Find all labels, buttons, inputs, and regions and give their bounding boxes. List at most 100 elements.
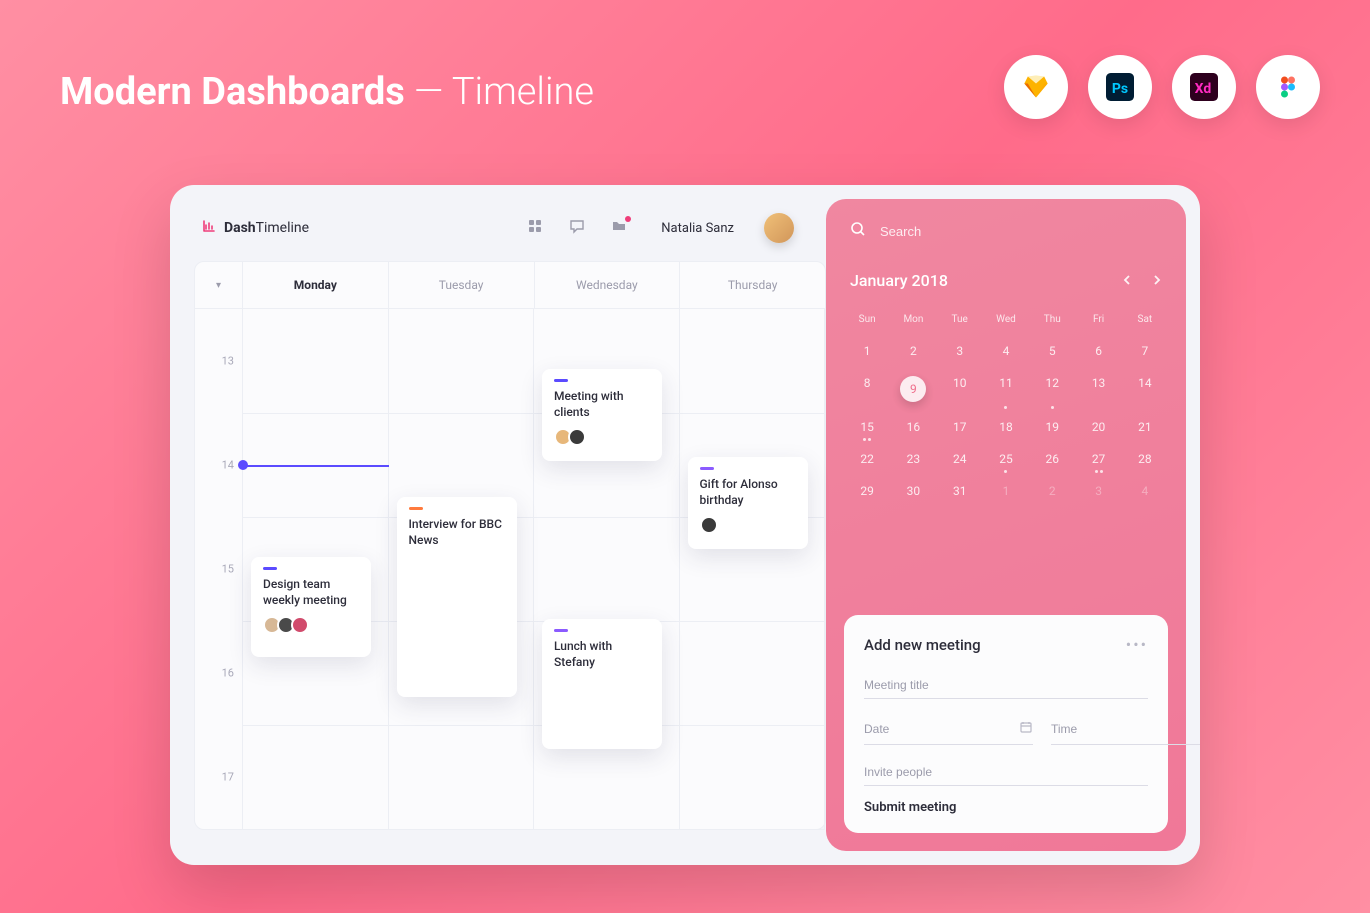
calendar-day[interactable]: 3 (1075, 477, 1121, 505)
calendar-day[interactable]: 12 (1029, 369, 1075, 409)
calendar-day[interactable]: 7 (1122, 337, 1168, 365)
calendar-day[interactable]: 9 (890, 369, 936, 409)
event-title: Gift for Alonso birthday (700, 476, 796, 508)
calendar-day[interactable]: 8 (844, 369, 890, 409)
topbar: DashTimeline Natalia Sanz (170, 213, 826, 261)
calendar-day[interactable]: 1 (983, 477, 1029, 505)
timeline-day-header[interactable]: Tuesday (389, 262, 535, 308)
calendar-title: January 2018 (850, 271, 948, 290)
calendar-day[interactable]: 14 (1122, 369, 1168, 409)
timeline-grid: ▾ MondayTuesdayWednesdayThursday 1314151… (194, 261, 826, 830)
calendar-day[interactable]: 4 (983, 337, 1029, 365)
calendar-dow: Sat (1122, 306, 1168, 333)
event-card[interactable]: Lunch with Stefany (542, 619, 662, 749)
calendar-day[interactable]: 24 (937, 445, 983, 473)
event-title: Lunch with Stefany (554, 638, 650, 670)
participant-avatar (700, 516, 718, 534)
event-title: Meeting with clients (554, 388, 650, 420)
calendar-day[interactable]: 4 (1122, 477, 1168, 505)
event-card[interactable]: Meeting with clients (542, 369, 662, 461)
event-card[interactable]: Interview for BBC News (397, 497, 517, 697)
calendar-day[interactable]: 26 (1029, 445, 1075, 473)
calendar-dow: Thu (1029, 306, 1075, 333)
folder-icon[interactable] (611, 218, 627, 238)
calendar-day[interactable]: 19 (1029, 413, 1075, 441)
calendar-day[interactable]: 31 (937, 477, 983, 505)
date-input[interactable] (864, 722, 1019, 736)
current-time-line (243, 465, 389, 467)
calendar-day[interactable]: 13 (1075, 369, 1121, 409)
calendar-day[interactable]: 22 (844, 445, 890, 473)
calendar-day[interactable]: 6 (1075, 337, 1121, 365)
main-panel: DashTimeline Natalia Sanz ▾ MondayTuesda… (170, 185, 826, 865)
chat-icon[interactable] (569, 218, 585, 238)
hour-label: 15 (195, 563, 234, 576)
timeline-day-header[interactable]: Monday (243, 262, 389, 308)
calendar-day[interactable]: 30 (890, 477, 936, 505)
event-color-tag (263, 567, 277, 570)
figma-icon (1256, 55, 1320, 119)
calendar-icon (1019, 719, 1033, 738)
event-avatars (700, 516, 796, 534)
more-icon[interactable]: ••• (1126, 635, 1148, 654)
calendar-day[interactable]: 2 (1029, 477, 1075, 505)
form-title: Add new meeting (864, 636, 981, 654)
search-input[interactable] (880, 224, 1162, 239)
avatar[interactable] (764, 213, 794, 243)
prev-month-button[interactable] (1122, 271, 1132, 290)
calendar-day[interactable]: 28 (1122, 445, 1168, 473)
filter-icon[interactable]: ▾ (195, 262, 243, 308)
hour-label: 13 (195, 355, 234, 368)
next-month-button[interactable] (1152, 271, 1162, 290)
calendar-day[interactable]: 2 (890, 337, 936, 365)
event-card[interactable]: Design team weekly meeting (251, 557, 371, 657)
calendar-day[interactable]: 5 (1029, 337, 1075, 365)
calendar-day[interactable]: 25 (983, 445, 1029, 473)
notification-dot (625, 216, 631, 222)
event-color-tag (409, 507, 423, 510)
calendar-day[interactable]: 1 (844, 337, 890, 365)
calendar-day[interactable]: 23 (890, 445, 936, 473)
tool-app-icons: Ps Xd (1004, 55, 1320, 119)
calendar-grid: SunMonTueWedThuFriSat1234567891011121314… (844, 300, 1168, 519)
calendar-dow: Fri (1075, 306, 1121, 333)
sidebar: January 2018 SunMonTueWedThuFriSat123456… (826, 199, 1186, 851)
chart-icon (202, 219, 216, 237)
apps-icon[interactable] (527, 218, 543, 238)
timeline-day-header[interactable]: Thursday (680, 262, 825, 308)
app-logo[interactable]: DashTimeline (202, 219, 309, 237)
add-meeting-form: Add new meeting ••• Submit meeting (844, 615, 1168, 833)
submit-meeting-button[interactable]: Submit meeting (864, 800, 1148, 815)
calendar-dow: Sun (844, 306, 890, 333)
hour-label: 16 (195, 667, 234, 680)
event-color-tag (554, 379, 568, 382)
event-avatars (554, 428, 650, 446)
calendar-day[interactable]: 18 (983, 413, 1029, 441)
svg-text:Xd: Xd (1195, 81, 1212, 97)
calendar-dow: Wed (983, 306, 1029, 333)
participant-avatar (568, 428, 586, 446)
calendar-day[interactable]: 27 (1075, 445, 1121, 473)
invite-input[interactable] (864, 765, 1148, 779)
calendar-day[interactable]: 16 (890, 413, 936, 441)
calendar-day[interactable]: 3 (937, 337, 983, 365)
search-row (844, 217, 1168, 257)
hour-label: 17 (195, 771, 234, 784)
calendar-day[interactable]: 15 (844, 413, 890, 441)
calendar-dow: Mon (890, 306, 936, 333)
time-input[interactable] (1051, 722, 1200, 736)
search-icon (850, 221, 866, 241)
meeting-title-input[interactable] (864, 678, 1148, 692)
calendar-day[interactable]: 10 (937, 369, 983, 409)
calendar-day[interactable]: 21 (1122, 413, 1168, 441)
calendar-day[interactable]: 11 (983, 369, 1029, 409)
xd-icon: Xd (1172, 55, 1236, 119)
calendar-day[interactable]: 17 (937, 413, 983, 441)
event-card[interactable]: Gift for Alonso birthday (688, 457, 808, 549)
calendar-day[interactable]: 29 (844, 477, 890, 505)
photoshop-icon: Ps (1088, 55, 1152, 119)
timeline-day-header[interactable]: Wednesday (535, 262, 681, 308)
username[interactable]: Natalia Sanz (661, 221, 734, 236)
sketch-icon (1004, 55, 1068, 119)
calendar-day[interactable]: 20 (1075, 413, 1121, 441)
